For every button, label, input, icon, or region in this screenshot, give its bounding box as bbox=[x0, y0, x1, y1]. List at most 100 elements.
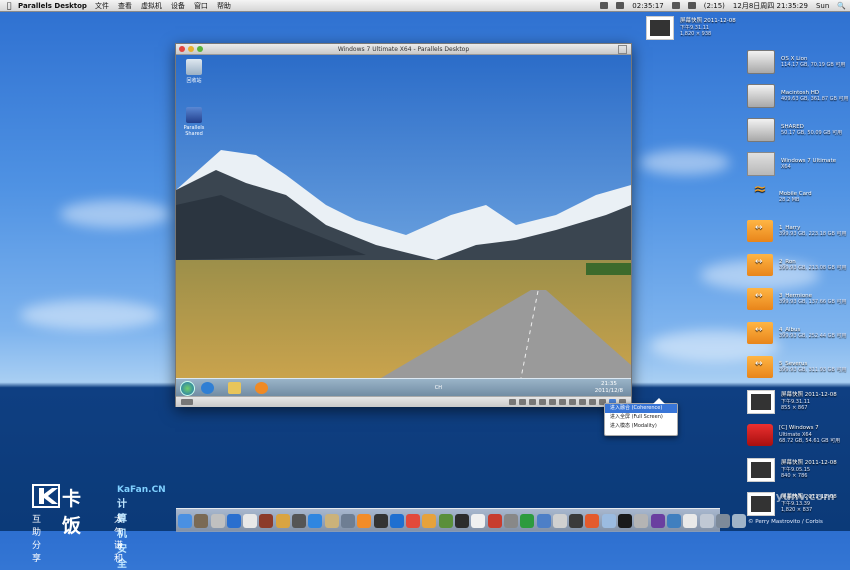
dock-app-icon[interactable] bbox=[471, 513, 486, 528]
desktop-icon-screenshot[interactable]: 屏幕快照 2011-12-08 下午9.31.11 855 × 867 bbox=[747, 390, 837, 414]
desktop-icon-screenshot[interactable]: 屏幕快照 2011-12-08 下午9.05.15 840 × 786 bbox=[747, 458, 837, 482]
dock-app-icon[interactable] bbox=[487, 513, 502, 528]
bluetooth-icon[interactable] bbox=[616, 2, 625, 9]
modality-option[interactable]: 进入模态 (Modality) bbox=[605, 422, 677, 431]
dock-app-icon[interactable] bbox=[406, 513, 421, 528]
desktop-icon-label: [C] Windows 7 Ultimate X64 68.72 GB, 54.61… bbox=[779, 425, 840, 445]
ie-icon[interactable] bbox=[201, 382, 214, 394]
dock-app-icon[interactable] bbox=[210, 513, 225, 528]
parallels-red-icon bbox=[747, 424, 773, 446]
dock-app-icon[interactable] bbox=[585, 513, 600, 528]
desktop-icon-usb[interactable]: 1_Harry399.93 GB, 223.18 GB 可用 bbox=[747, 220, 847, 242]
mouse-icon[interactable] bbox=[519, 399, 526, 405]
desktop-icon-usb[interactable]: 4_Albus399.93 GB, 252.44 GB 可用 bbox=[747, 322, 847, 344]
menu-view[interactable]: 查看 bbox=[118, 1, 132, 11]
battery-time[interactable]: 02:35:17 bbox=[632, 2, 663, 10]
dock-app-icon[interactable] bbox=[292, 513, 307, 528]
view-mode-popup: 进入融合 (Coherence) 进入全屏 (Full Screen) 进入模态… bbox=[604, 398, 678, 436]
dock-app-icon[interactable] bbox=[503, 513, 518, 528]
desktop-icon-parallels[interactable]: Windows 7 Ultimate X64 bbox=[747, 152, 836, 176]
printer-icon[interactable] bbox=[589, 399, 596, 405]
dock-app-icon[interactable] bbox=[324, 513, 339, 528]
explorer-icon[interactable] bbox=[228, 382, 241, 394]
start-button[interactable] bbox=[180, 380, 195, 396]
dock-app-icon[interactable] bbox=[683, 513, 698, 528]
desktop-icon-hdd[interactable]: OS X Lion 114.17 GB, 70.19 GB 可用 bbox=[747, 50, 845, 74]
user-menu[interactable]: Sun bbox=[816, 2, 829, 10]
parallels-shared-icon[interactable]: Parallels Shared bbox=[176, 107, 212, 137]
dock-app-icon[interactable] bbox=[389, 513, 404, 528]
menu-vm[interactable]: 虚拟机 bbox=[141, 1, 162, 11]
vm-title-bar[interactable]: Windows 7 Ultimate X64 - Parallels Deskt… bbox=[176, 44, 631, 55]
taskbar-clock[interactable]: 21:35 2011/12/8 bbox=[595, 381, 623, 395]
dock-app-icon[interactable] bbox=[422, 513, 437, 528]
dock-app-icon[interactable] bbox=[340, 513, 355, 528]
dock-app-icon[interactable] bbox=[520, 513, 535, 528]
dock-app-icon[interactable] bbox=[618, 513, 633, 528]
floppy-icon[interactable] bbox=[549, 399, 556, 405]
dock-app-icon[interactable] bbox=[308, 513, 323, 528]
parallels-tray-icon[interactable] bbox=[600, 2, 609, 9]
recycle-bin-icon[interactable]: 回收站 bbox=[176, 59, 212, 84]
media-player-icon[interactable] bbox=[255, 382, 268, 394]
desktop-icon-usb[interactable]: 3_Hermione399.93 GB, 137.66 GB 可用 bbox=[747, 288, 847, 310]
dock-app-icon[interactable] bbox=[666, 513, 681, 528]
desktop-icon-screenshot[interactable]: 屏幕快照 2011-12-08 下午9.31.11 1,820 × 938 bbox=[646, 16, 736, 40]
dock-app-icon[interactable] bbox=[634, 513, 649, 528]
spotlight-icon[interactable]: 🔍 bbox=[837, 2, 846, 10]
input-method[interactable]: (2:15) bbox=[704, 2, 725, 10]
desktop-icon-wifi[interactable]: ≈ Mobile Card 28.2 MB bbox=[747, 181, 811, 208]
dock-app-icon[interactable] bbox=[226, 513, 241, 528]
fullscreen-option[interactable]: 进入全屏 (Full Screen) bbox=[605, 413, 677, 422]
dock-app-icon[interactable] bbox=[243, 513, 258, 528]
coherence-option[interactable]: 进入融合 (Coherence) bbox=[605, 404, 677, 413]
sound-icon[interactable] bbox=[569, 399, 576, 405]
dock-app-icon[interactable] bbox=[194, 513, 209, 528]
wifi-icon[interactable] bbox=[671, 2, 680, 9]
shared-folders-icon[interactable] bbox=[579, 399, 586, 405]
desktop-icon-hdd[interactable]: Macintosh HD 409.63 GB, 361.87 GB 可用 bbox=[747, 84, 849, 108]
menu-window[interactable]: 窗口 bbox=[194, 1, 208, 11]
hdd-icon bbox=[747, 50, 775, 74]
network-icon[interactable] bbox=[529, 399, 536, 405]
desktop-icon-label: 5_Severus 399.93 GB, 311.93 GB 可用 bbox=[779, 361, 847, 374]
dock-app-icon[interactable] bbox=[259, 513, 274, 528]
dock-app-icon[interactable] bbox=[373, 513, 388, 528]
dock-app-icon[interactable] bbox=[455, 513, 470, 528]
menu-extras: 02:35:17 (2:15) 12月8日周四 21:35:29 Sun 🔍 bbox=[592, 1, 850, 11]
fullscreen-icon[interactable] bbox=[618, 45, 627, 54]
desktop-icon-detail: 399.93 GB, 311.93 GB 可用 bbox=[779, 367, 847, 373]
desktop-icon-usb[interactable]: 5_Severus399.93 GB, 311.93 GB 可用 bbox=[747, 356, 847, 378]
dock-app-icon[interactable] bbox=[715, 513, 730, 528]
menu-file[interactable]: 文件 bbox=[95, 1, 109, 11]
desktop-icon-name: 屏幕快照 2011-12-08 bbox=[781, 460, 837, 467]
dock-app-icon[interactable] bbox=[650, 513, 665, 528]
screenshot-icon bbox=[747, 458, 775, 482]
dock-app-icon[interactable] bbox=[569, 513, 584, 528]
cd-icon[interactable] bbox=[539, 399, 546, 405]
dock-app-icon[interactable] bbox=[357, 513, 372, 528]
dock-app-icon[interactable] bbox=[275, 513, 290, 528]
desktop-icon-usb[interactable]: 2_Ron399.93 GB, 213.08 GB 可用 bbox=[747, 254, 847, 276]
vm-config-button[interactable] bbox=[181, 399, 193, 405]
dock-app-icon[interactable] bbox=[178, 513, 192, 528]
apple-menu-icon[interactable]:  bbox=[4, 1, 14, 10]
dock-app-icon[interactable] bbox=[438, 513, 453, 528]
dock-app-icon[interactable] bbox=[552, 513, 567, 528]
dock-app-icon[interactable] bbox=[732, 513, 747, 528]
usb-icon[interactable] bbox=[559, 399, 566, 405]
menu-devices[interactable]: 设备 bbox=[171, 1, 185, 11]
clock[interactable]: 12月8日周四 21:35:29 bbox=[733, 1, 808, 11]
menu-help[interactable]: 帮助 bbox=[217, 1, 231, 11]
app-menu[interactable]: Parallels Desktop bbox=[18, 2, 87, 10]
desktop-icon-hdd[interactable]: SHARED 50.17 GB, 50.09 GB 可用 bbox=[747, 118, 842, 142]
language-bar[interactable]: CH bbox=[435, 385, 442, 391]
popup-arrow bbox=[653, 398, 665, 404]
dock-app-icon[interactable] bbox=[536, 513, 551, 528]
volume-icon[interactable] bbox=[687, 2, 696, 9]
dock-app-icon[interactable] bbox=[601, 513, 616, 528]
keyboard-icon[interactable] bbox=[509, 399, 516, 405]
guest-desktop[interactable]: 回收站 Parallels Shared bbox=[176, 55, 631, 378]
desktop-icon-parallels-red[interactable]: [C] Windows 7 Ultimate X64 68.72 GB, 54.61… bbox=[747, 424, 840, 446]
dock-app-icon[interactable] bbox=[699, 513, 714, 528]
